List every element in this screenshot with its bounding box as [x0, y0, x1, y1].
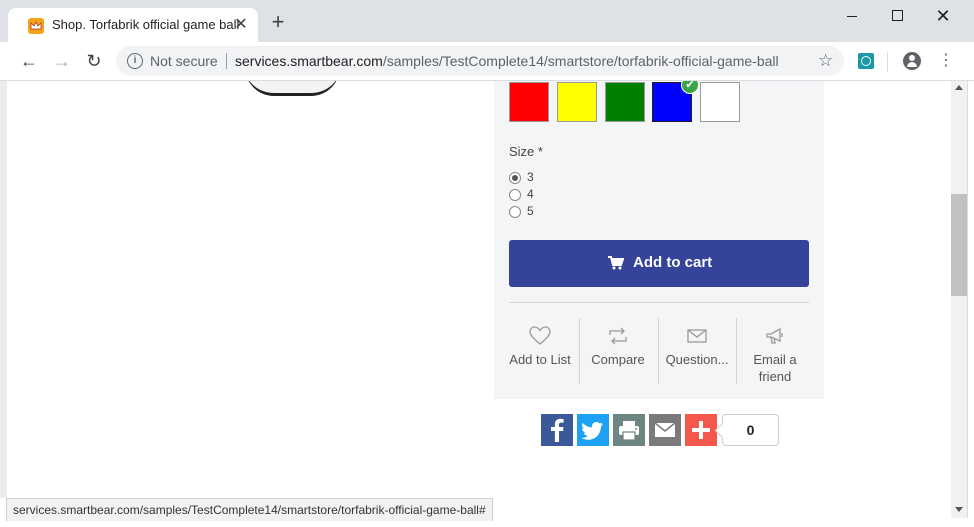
shop-favicon-icon: [28, 18, 44, 34]
color-swatch-red[interactable]: [509, 82, 549, 122]
forward-arrow-icon[interactable]: →: [51, 50, 73, 72]
color-swatch-white[interactable]: [700, 82, 740, 122]
color-swatch-green[interactable]: [605, 82, 645, 122]
size-radio-5[interactable]: [509, 206, 521, 218]
email-share-button[interactable]: [649, 414, 681, 446]
back-arrow-icon[interactable]: ←: [18, 50, 40, 72]
size-radio-4[interactable]: [509, 189, 521, 201]
action-label: Add to List: [509, 352, 571, 367]
product-image: [245, 81, 340, 96]
url-path: /samples/TestComplete14/smartstore/torfa…: [382, 53, 779, 69]
extension-icon[interactable]: [858, 53, 874, 69]
size-radio-label: 3: [527, 170, 534, 184]
scrollbar-thumb[interactable]: [951, 194, 967, 296]
question-action[interactable]: Question...: [659, 318, 735, 384]
print-share-button[interactable]: [613, 414, 645, 446]
bookmark-star-icon[interactable]: ☆: [818, 51, 833, 71]
size-radio-label: 4: [527, 187, 534, 201]
maximize-button[interactable]: [882, 6, 912, 26]
action-label: Email a friend: [753, 352, 797, 384]
tab-close-icon[interactable]: ✕: [232, 16, 250, 34]
page-left-edge: [0, 81, 7, 498]
omnibox-divider: [226, 53, 227, 69]
vertical-scrollbar[interactable]: [951, 81, 967, 518]
compare-arrows-icon: [580, 326, 656, 346]
color-swatch-yellow[interactable]: [557, 82, 597, 122]
reload-icon[interactable]: ↻: [83, 50, 105, 72]
share-count-badge: 0: [722, 414, 779, 446]
action-label: Compare: [591, 352, 645, 367]
email-friend-action[interactable]: Email a friend: [737, 318, 813, 384]
status-url-bubble: services.smartbear.com/samples/TestCompl…: [6, 498, 493, 521]
facebook-share-button[interactable]: [541, 414, 573, 446]
security-label[interactable]: Not secure: [150, 53, 218, 69]
new-tab-button[interactable]: +: [268, 11, 288, 33]
size-label: Size *: [509, 144, 543, 159]
url-text[interactable]: services.smartbear.com/samples/TestCompl…: [235, 53, 779, 69]
minimize-button[interactable]: [837, 6, 867, 26]
window-right-edge: [967, 81, 974, 527]
address-bar[interactable]: i Not secure services.smartbear.com/samp…: [116, 46, 844, 76]
twitter-share-button[interactable]: [577, 414, 609, 446]
profile-avatar-icon[interactable]: [903, 52, 921, 70]
info-icon[interactable]: i: [127, 53, 143, 69]
action-label: Question...: [665, 352, 729, 367]
megaphone-icon: [737, 326, 813, 346]
envelope-icon: [659, 326, 735, 346]
tab-title: Shop. Torfabrik official game ball: [52, 17, 240, 32]
panel-divider: [509, 302, 809, 303]
compare-action[interactable]: Compare: [580, 318, 656, 384]
tab-strip: Shop. Torfabrik official game ball ✕ + ✕: [0, 0, 974, 42]
size-radio-3[interactable]: [509, 172, 521, 184]
more-share-button[interactable]: [685, 414, 717, 446]
close-window-button[interactable]: ✕: [928, 6, 958, 26]
page-content: ✔ Size * 3 4 5 Add to cart Add to List C…: [0, 81, 951, 498]
toolbar-divider: [887, 52, 888, 72]
heart-icon: [502, 326, 578, 346]
selected-check-icon: ✔: [681, 81, 699, 94]
url-host: services.smartbear.com: [235, 53, 383, 69]
kebab-menu-icon[interactable]: ⋮: [938, 50, 954, 72]
browser-tab[interactable]: Shop. Torfabrik official game ball ✕: [8, 8, 258, 42]
browser-window: Shop. Torfabrik official game ball ✕ + ✕…: [0, 0, 974, 527]
size-radio-label: 5: [527, 204, 534, 218]
scroll-down-arrow-icon[interactable]: [955, 507, 963, 512]
add-to-cart-label: Add to cart: [633, 254, 713, 271]
cart-icon: [608, 256, 625, 274]
product-options-panel: ✔ Size * 3 4 5 Add to cart Add to List C…: [494, 81, 824, 399]
add-to-list-action[interactable]: Add to List: [502, 318, 578, 384]
scroll-up-arrow-icon[interactable]: [955, 85, 963, 90]
browser-toolbar: ← → ↻ i Not secure services.smartbear.co…: [0, 42, 974, 81]
add-to-cart-button[interactable]: Add to cart: [509, 240, 809, 287]
